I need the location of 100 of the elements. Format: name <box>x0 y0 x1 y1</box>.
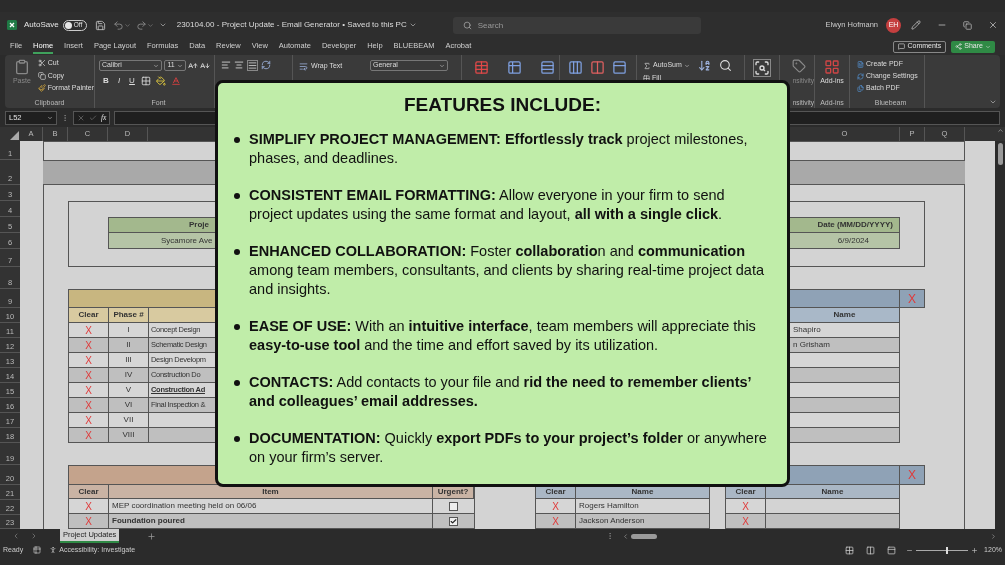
align-bottom-icon[interactable] <box>247 60 258 71</box>
bullet-icon <box>234 248 240 255</box>
table-cell: IV <box>109 368 149 382</box>
font-style-button[interactable]: U <box>128 75 136 87</box>
align-middle-icon[interactable] <box>234 60 244 70</box>
redo-icon[interactable] <box>135 19 147 31</box>
urgent-checkbox[interactable] <box>449 501 458 511</box>
more-icon <box>61 114 69 122</box>
zoom-in-icon[interactable] <box>971 546 979 554</box>
table-header: Name <box>820 485 845 498</box>
document-title[interactable]: 230104.00 - Project Update - Email Generator • Saved to this PC <box>176 19 407 31</box>
bullet-icon <box>234 379 240 386</box>
shrink-font-icon[interactable] <box>200 60 210 71</box>
analyze-icon[interactable] <box>753 59 771 77</box>
fill-color-icon[interactable] <box>156 76 166 86</box>
urgent-checkbox[interactable] <box>449 516 458 526</box>
table-icon[interactable] <box>590 60 605 75</box>
table-cell: V <box>109 383 149 397</box>
autosave-label: AutoSave <box>24 19 59 31</box>
page-layout-icon[interactable] <box>866 545 876 555</box>
feature-text: ENHANCED COLLABORATION: Foster collaboration and communication among team members, consultants, and clients by sharing real-time project data and insights. <box>249 241 765 299</box>
sort-icon[interactable] <box>697 59 711 72</box>
add-ins-icon[interactable] <box>824 59 840 75</box>
restore-icon[interactable] <box>963 20 972 30</box>
orientation-icon[interactable] <box>261 60 271 70</box>
scrollbar-thumb[interactable] <box>997 143 1003 165</box>
table-header: Phase # <box>109 308 149 322</box>
scroll-up-icon[interactable] <box>996 127 1004 134</box>
paintbrush-icon <box>37 84 46 93</box>
scrollbar-thumb[interactable] <box>631 533 658 539</box>
copy-icon <box>37 71 46 80</box>
dialog-title: FEATURES INCLUDE: <box>402 93 602 117</box>
borders-icon[interactable] <box>141 76 151 86</box>
caret-icon <box>985 43 991 50</box>
caret-icon[interactable] <box>408 21 417 29</box>
scroll-right-icon[interactable] <box>990 532 997 540</box>
table-header: Name <box>630 485 655 498</box>
customize-icon[interactable] <box>158 21 167 29</box>
table-icon[interactable] <box>507 60 522 75</box>
align-top-icon[interactable] <box>221 60 231 70</box>
documents-icon <box>857 84 864 92</box>
cancel-icon[interactable] <box>77 114 85 122</box>
feature-text: SIMPLIFY PROJECT MANAGEMENT: Effortlessly track project milestones, phases, and deadlines. <box>249 129 749 168</box>
font-color-icon[interactable] <box>171 76 181 86</box>
tag-icon <box>792 59 806 73</box>
bullet-icon <box>234 192 240 199</box>
zoom-slider-thumb[interactable] <box>946 546 949 554</box>
table-header: Clear <box>69 485 109 498</box>
search-field[interactable]: Search <box>452 16 701 34</box>
table-cell-text: MEP coordination meeting held on 06/06 <box>111 500 257 512</box>
table-icon[interactable] <box>568 60 583 75</box>
normal-view-icon[interactable] <box>845 545 855 555</box>
font-style-button[interactable]: B <box>102 75 110 87</box>
table-icon[interactable] <box>540 60 555 75</box>
scroll-left-icon[interactable] <box>622 532 630 540</box>
table-header: Name <box>790 308 899 323</box>
search-icon[interactable] <box>718 59 732 72</box>
feature-text: CONSISTENT EMAIL FORMATTING: Allow everyone in your firm to send project updates using the same format and layout, all with a single click. <box>249 185 726 224</box>
table-cell: VI <box>109 398 149 412</box>
table-header: Proje <box>189 219 209 231</box>
bullet-icon <box>234 435 240 442</box>
table-icon[interactable] <box>474 60 489 75</box>
grow-font-icon[interactable] <box>188 60 199 71</box>
previous-sheet-icon[interactable] <box>12 532 20 540</box>
caret-icon <box>177 62 184 69</box>
table-cell: II <box>109 338 149 352</box>
search-icon <box>462 20 472 30</box>
macro-icon[interactable] <box>33 546 42 554</box>
accessibility-icon[interactable] <box>49 546 58 554</box>
close-icon[interactable] <box>988 20 998 30</box>
font-style-button[interactable]: I <box>115 75 123 87</box>
wrap-text-icon <box>299 61 308 71</box>
share-icon <box>955 43 963 50</box>
pen-icon[interactable] <box>911 20 921 30</box>
caret-icon <box>683 62 690 69</box>
table-cell: VIII <box>109 428 149 442</box>
fill-icon <box>643 74 650 82</box>
scissors-icon <box>37 59 46 68</box>
caret-icon <box>47 115 53 121</box>
sigma-icon <box>643 61 651 70</box>
collapse-ribbon-icon[interactable] <box>989 98 997 106</box>
add-sheet-icon[interactable] <box>147 531 157 541</box>
refresh-icon <box>857 72 864 80</box>
bullet-icon <box>234 323 240 330</box>
table-cell: VII <box>109 413 149 427</box>
date-cell: 6/9/2024 <box>837 234 869 247</box>
caret-icon <box>439 62 445 69</box>
project-name-cell: Sycamore Ave <box>161 234 213 247</box>
undo-icon[interactable] <box>112 19 124 31</box>
check-icon <box>450 517 457 525</box>
feature-text: CONTACTS: Add contacts to your file and rid the need to remember clients’ and colleagues’ email addresses. <box>249 372 752 411</box>
page-break-icon[interactable] <box>887 545 897 555</box>
next-sheet-icon[interactable] <box>30 532 38 540</box>
save-icon[interactable] <box>94 19 106 31</box>
table-icon[interactable] <box>612 60 627 75</box>
clipboard-icon <box>13 58 30 76</box>
spreadsheet-app-icon <box>7 20 17 30</box>
table-header: Clear <box>69 308 109 322</box>
bullet-icon <box>234 136 240 143</box>
table-cell: n Grisham <box>790 338 899 353</box>
